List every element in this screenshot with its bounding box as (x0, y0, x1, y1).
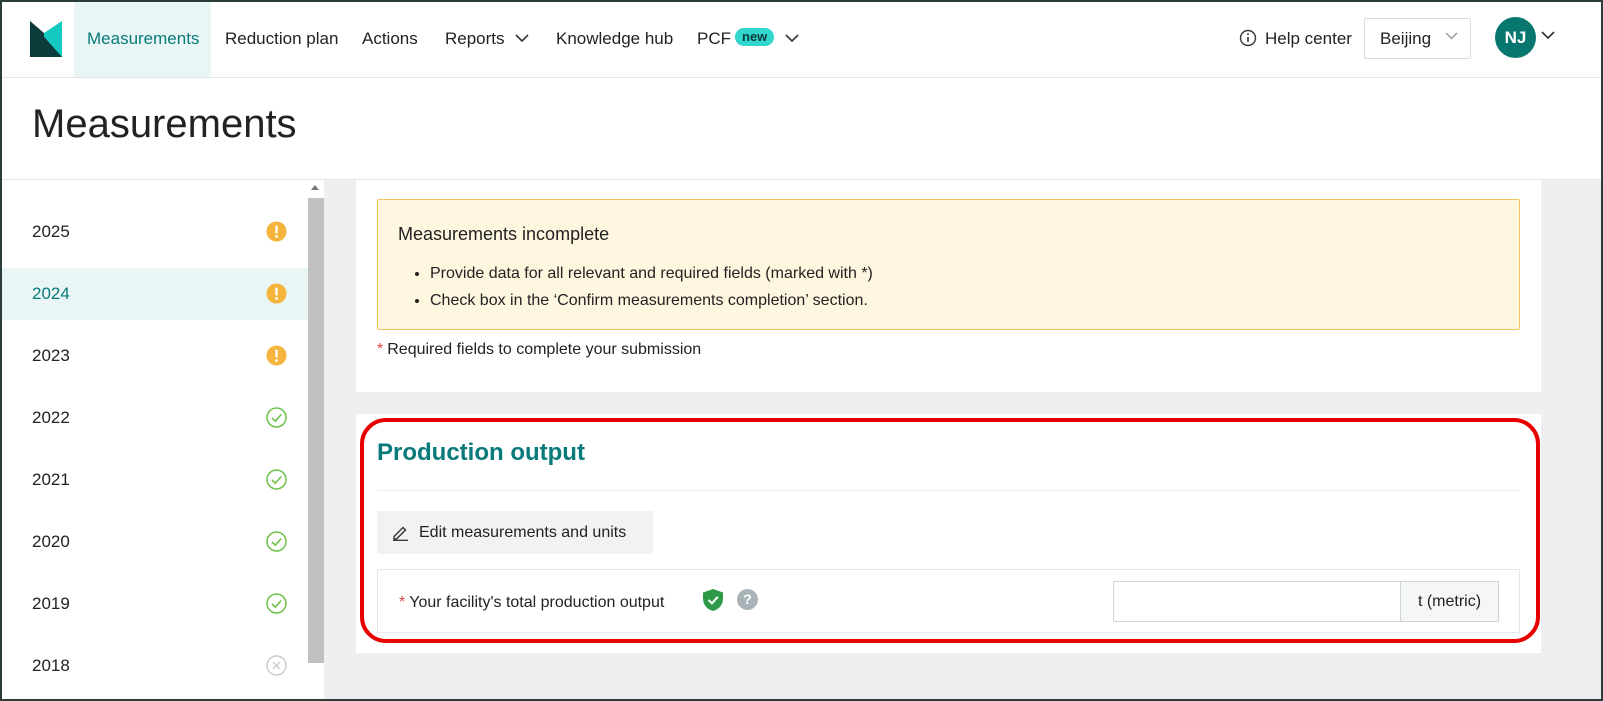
nav-pcf[interactable]: PCF new (697, 2, 799, 77)
year-label: 2024 (32, 284, 70, 303)
page-title: Measurements (32, 102, 297, 146)
chevron-down-icon (785, 33, 799, 42)
nav-reports-label: Reports (445, 29, 505, 48)
field-label: * Your facility's total production output (399, 594, 664, 612)
incomplete-alert: Measurements incomplete Provide data for… (377, 199, 1520, 330)
warning-icon (266, 345, 287, 366)
chevron-down-icon (515, 33, 529, 42)
nav-reduction-plan-label: Reduction plan (225, 29, 339, 48)
year-label: 2023 (32, 346, 70, 365)
sidebar-item-2024[interactable]: 2024 (2, 268, 308, 320)
check-circle-icon (266, 593, 287, 614)
year-label: 2025 (32, 222, 70, 241)
scrollbar-thumb[interactable] (308, 198, 324, 663)
required-star: * (377, 341, 384, 358)
nav-knowledge-hub[interactable]: Knowledge hub (556, 2, 673, 77)
nav-measurements-label: Measurements (87, 29, 200, 48)
warning-icon (266, 221, 287, 242)
top-navigation: Measurements Reduction plan Actions Repo… (2, 2, 1601, 78)
app-window: Measurements Reduction plan Actions Repo… (0, 0, 1603, 701)
year-label: 2020 (32, 532, 70, 551)
location-value: Beijing (1380, 29, 1432, 48)
edit-measurements-button[interactable]: Edit measurements and units (377, 511, 653, 554)
scroll-up-arrow-icon[interactable] (311, 185, 319, 190)
question-icon[interactable]: ? (737, 589, 758, 610)
divider (377, 490, 1520, 491)
check-circle-icon (266, 469, 287, 490)
year-sidebar: 2025 2024 2023 2022 2021 2020 2019 2018 (2, 180, 308, 699)
year-label: 2019 (32, 594, 70, 613)
new-badge: new (735, 28, 775, 46)
check-circle-icon (266, 531, 287, 552)
check-circle-icon (266, 407, 287, 428)
alert-list-item: Check box in the ‘Confirm measurements c… (430, 287, 873, 314)
x-circle-icon (266, 655, 287, 676)
alert-list-item: Provide data for all relevant and requir… (430, 260, 873, 287)
production-output-input[interactable] (1113, 581, 1401, 622)
sidebar-item-2023[interactable]: 2023 (2, 330, 308, 382)
year-label: 2021 (32, 470, 70, 489)
unit-label: t (metric) (1400, 581, 1499, 622)
section-title: Production output (377, 439, 585, 466)
chevron-down-icon (1445, 32, 1458, 40)
sidebar-item-2018[interactable]: 2018 (2, 640, 308, 692)
info-icon[interactable] (1239, 29, 1257, 47)
warning-icon (266, 283, 287, 304)
nav-knowledge-hub-label: Knowledge hub (556, 29, 674, 48)
location-select[interactable]: Beijing (1364, 18, 1471, 59)
user-avatar[interactable]: NJ (1495, 17, 1536, 58)
alert-title: Measurements incomplete (398, 224, 610, 244)
required-fields-note: * Required fields to complete your submis… (377, 341, 701, 359)
help-center-label: Help center (1265, 29, 1352, 48)
field-label-text: Your facility's total production output (409, 594, 665, 611)
chevron-down-icon[interactable] (1541, 31, 1555, 40)
nav-actions[interactable]: Actions (362, 2, 418, 77)
alert-list: Provide data for all relevant and requir… (430, 260, 873, 314)
nav-actions-label: Actions (362, 29, 418, 48)
production-output-field: * Your facility's total production output… (377, 569, 1520, 633)
sidebar-item-2020[interactable]: 2020 (2, 516, 308, 568)
pencil-icon (393, 526, 408, 541)
sidebar-item-2019[interactable]: 2019 (2, 578, 308, 630)
edit-button-label: Edit measurements and units (419, 524, 627, 541)
verified-shield-icon (703, 589, 723, 611)
year-label: 2022 (32, 408, 70, 427)
sidebar-item-2022[interactable]: 2022 (2, 392, 308, 444)
sidebar-item-2025[interactable]: 2025 (2, 206, 308, 258)
year-label: 2018 (32, 656, 70, 675)
required-note-text: Required fields to complete your submiss… (387, 341, 702, 358)
nav-pcf-label: PCF (697, 29, 731, 48)
nav-measurements[interactable]: Measurements (74, 2, 211, 77)
required-star: * (399, 594, 406, 611)
sidebar-item-2021[interactable]: 2021 (2, 454, 308, 506)
nav-reports[interactable]: Reports (445, 2, 529, 77)
help-center-link[interactable]: Help center (1265, 2, 1352, 77)
nav-reduction-plan[interactable]: Reduction plan (225, 2, 338, 77)
brand-logo-icon[interactable] (30, 21, 62, 57)
